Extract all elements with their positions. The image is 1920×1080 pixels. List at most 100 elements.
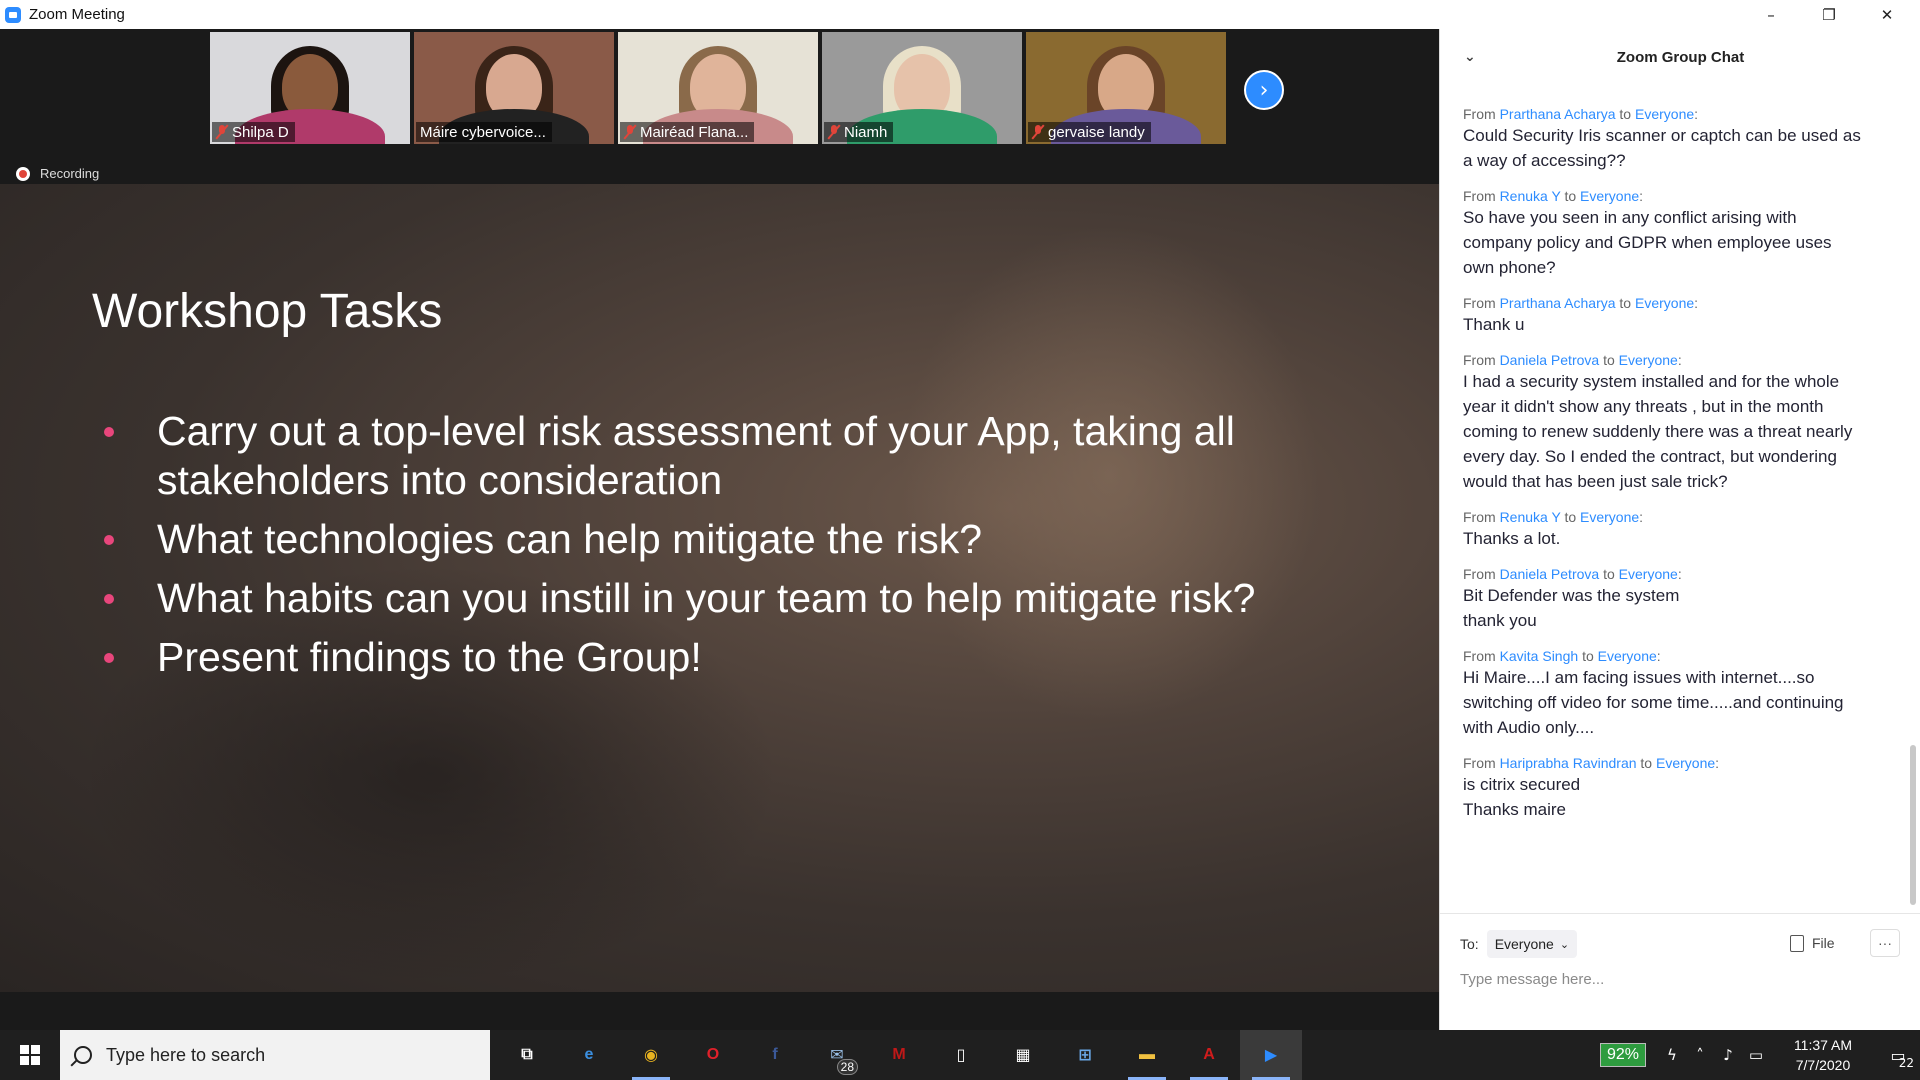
bullet-icon [104,653,114,663]
chevron-down-icon[interactable]: ⌄ [1464,49,1476,65]
next-participants-button[interactable]: › [1244,70,1284,110]
message-text: Hi Maire....I am facing issues with inte… [1463,668,1844,737]
recipient-select[interactable]: Everyone ⌄ [1486,930,1578,958]
taskbar-app-notepad[interactable]: ▯ [930,1030,992,1080]
recording-indicator[interactable]: Recording [16,166,99,181]
chat-message: From Daniela Petrova to Everyone: Bit Def… [1463,566,1863,633]
power-icon[interactable]: ϟ [1658,1046,1686,1064]
taskbar: Type here to search ⧉ e ◉ Of ✉ 28 M ▯ ▦ ⊞ ▬ A ▶ 92% … [0,1030,1920,1080]
sender-name[interactable]: Renuka Y [1500,509,1561,525]
restore-button[interactable]: ❐ [1806,0,1852,29]
taskbar-app-network[interactable]: ⊞ [1054,1030,1116,1080]
message-input[interactable] [1460,965,1900,993]
slide-bullet: What habits can you instill in your team… [100,574,1350,623]
taskbar-app-edge[interactable]: e [558,1030,620,1080]
chevron-down-icon: ⌄ [1559,937,1570,951]
start-button[interactable] [0,1030,60,1080]
taskbar-app-mcafee[interactable]: M [868,1030,930,1080]
taskbar-app-mail[interactable]: ✉ 28 [806,1030,868,1080]
close-button[interactable]: ✕ [1864,0,1910,29]
window-title: Zoom Meeting [29,6,125,23]
message-meta: From Hariprabha Ravindran to Everyone: [1463,755,1720,771]
slide-bullet: What technologies can help mitigate the … [100,515,1350,564]
message-meta: From Renuka Y to Everyone: [1463,188,1644,204]
chat-header: ⌄ Zoom Group Chat [1440,29,1920,85]
chat-message: From Prarthana Acharya to Everyone: Could… [1463,106,1863,173]
notification-center-button[interactable]: ▭ 22 [1876,1030,1920,1080]
chat-message: From Renuka Y to Everyone: So have you se… [1463,188,1863,280]
mic-muted-icon [828,125,840,139]
chat-message: From Renuka Y to Everyone: Thanks a lot. [1463,509,1863,551]
sender-name[interactable]: Prarthana Acharya [1500,295,1616,311]
participant-name-tag: Mairéad Flana... [620,122,755,142]
participant-tile[interactable]: Mairéad Flana... [618,32,818,144]
participant-name: Shilpa D [232,123,289,141]
participant-tile[interactable]: gervaise landy [1026,32,1226,144]
taskbar-search[interactable]: Type here to search [60,1030,490,1080]
taskbar-app-chrome[interactable]: ◉ [620,1030,682,1080]
edge-icon: e [584,1046,594,1063]
message-text: thank you [1463,611,1537,630]
slide-bullet: Carry out a top-level risk assessment of… [100,407,1350,505]
recipient-name[interactable]: Everyone [1598,648,1657,664]
recipient-name[interactable]: Everyone [1619,352,1678,368]
search-placeholder: Type here to search [106,1044,266,1065]
participant-name: Niamh [844,123,888,141]
taskbar-app-task-view[interactable]: ⧉ [496,1030,558,1080]
taskbar-app-facebook[interactable]: f [744,1030,806,1080]
recipient-name[interactable]: Everyone [1580,188,1639,204]
meeting-area: Shilpa D Máire cybervoice... Mairéad Flana… [0,29,1439,993]
zoom-icon: ▶ [1264,1047,1278,1064]
message-text: Thanks maire [1463,800,1566,819]
acrobat-icon: A [1203,1046,1215,1063]
battery-icon[interactable]: ▭ [1742,1046,1770,1064]
message-text: Could Security Iris scanner or captch ca… [1463,126,1861,170]
clock[interactable]: 11:37 AM 7/7/2020 [1778,1035,1868,1075]
message-text: Bit Defender was the system [1463,586,1680,605]
sender-name[interactable]: Daniela Petrova [1500,352,1600,368]
mail-badge: 28 [836,1059,858,1075]
store-icon: ▦ [1015,1047,1031,1064]
minimize-button[interactable]: – [1748,0,1794,29]
sender-name[interactable]: Kavita Singh [1500,648,1579,664]
notepad-icon: ▯ [956,1047,966,1064]
message-text: Thanks a lot. [1463,529,1561,548]
search-icon [74,1046,92,1064]
chevron-up-icon[interactable]: ˄ [1686,1046,1714,1064]
opera-icon: O [706,1046,720,1063]
chat-messages: From Prarthana Acharya to Everyone: Could… [1463,106,1863,837]
participant-tile[interactable]: Niamh [822,32,1022,144]
taskbar-app-acrobat[interactable]: A [1178,1030,1240,1080]
taskbar-app-store[interactable]: ▦ [992,1030,1054,1080]
shared-slide: Workshop Tasks Carry out a top-level ris… [0,184,1439,992]
taskbar-app-opera[interactable]: O [682,1030,744,1080]
more-options-button[interactable]: ··· [1870,929,1900,957]
mic-muted-icon [216,125,228,139]
slide-title: Workshop Tasks [92,285,443,338]
participant-tile[interactable]: Shilpa D [210,32,410,144]
battery-indicator[interactable]: 92% [1599,1043,1646,1067]
taskbar-app-zoom[interactable]: ▶ [1240,1030,1302,1080]
title-bar: Zoom Meeting – ❐ ✕ [0,0,1920,29]
sender-name[interactable]: Hariprabha Ravindran [1500,755,1637,771]
participant-tile[interactable]: Máire cybervoice... [414,32,614,144]
recipient-name[interactable]: Everyone [1635,106,1694,122]
sender-name[interactable]: Renuka Y [1500,188,1561,204]
taskbar-apps: ⧉ e ◉ Of ✉ 28 M ▯ ▦ ⊞ ▬ A ▶ [496,1030,1302,1080]
slide-bullets: Carry out a top-level risk assessment of… [100,407,1350,692]
message-meta: From Daniela Petrova to Everyone: [1463,566,1682,582]
sender-name[interactable]: Daniela Petrova [1500,566,1600,582]
facebook-icon: f [772,1046,778,1063]
taskbar-app-file-explorer[interactable]: ▬ [1116,1030,1178,1080]
recipient-row: To: Everyone ⌄ File ··· [1460,929,1900,959]
recipient-name[interactable]: Everyone [1580,509,1639,525]
volume-icon[interactable]: ♪ [1714,1046,1742,1064]
recipient-name[interactable]: Everyone [1619,566,1678,582]
sender-name[interactable]: Prarthana Acharya [1500,106,1616,122]
recipient-name[interactable]: Everyone [1656,755,1715,771]
recipient-name[interactable]: Everyone [1635,295,1694,311]
chat-message: From Hariprabha Ravindran to Everyone: is… [1463,755,1863,822]
file-button[interactable]: File [1790,929,1835,957]
message-meta: From Prarthana Acharya to Everyone: [1463,106,1699,122]
chat-scrollbar[interactable] [1910,745,1916,905]
